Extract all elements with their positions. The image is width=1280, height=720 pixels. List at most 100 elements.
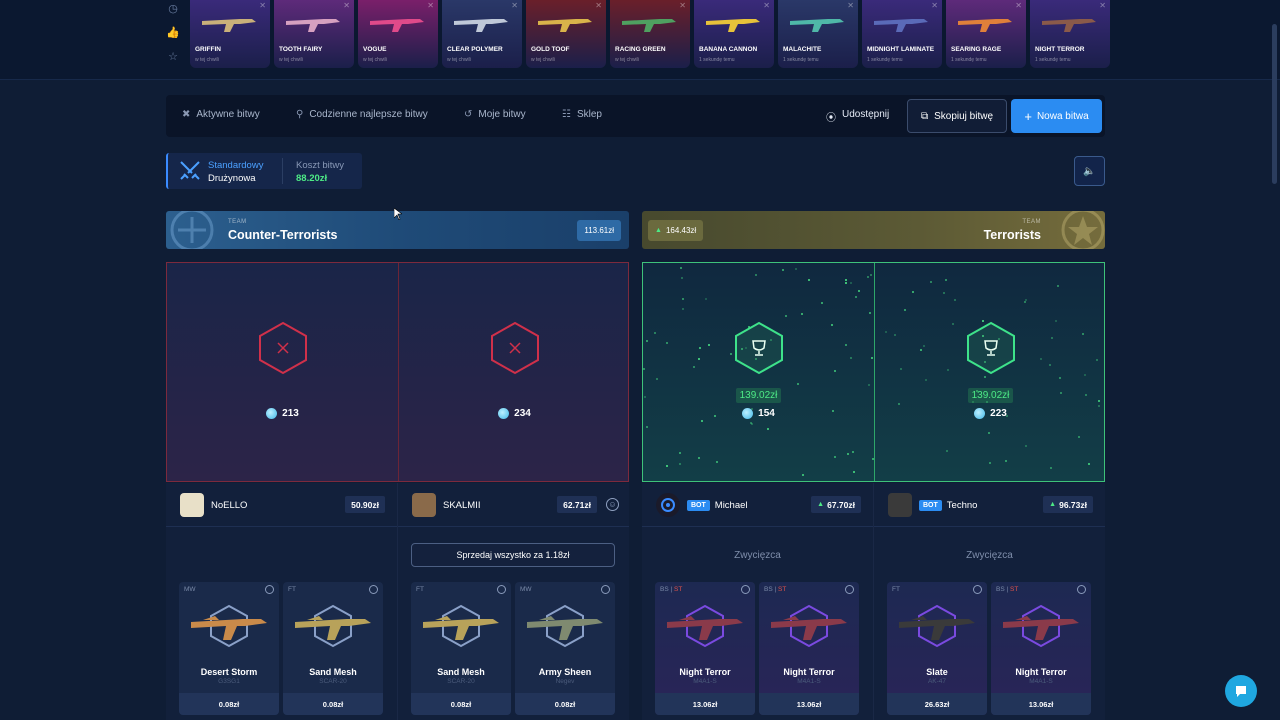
new-battle-button[interactable]: + Nowa bitwa [1011,99,1102,133]
check-icon[interactable] [845,585,854,594]
item-name: Sand Mesh [437,667,485,677]
drop-card[interactable]: ✕ MIDNIGHT LAMINATE 1 sekundę temu [862,0,942,68]
avatar[interactable] [412,493,436,517]
close-icon[interactable]: ✕ [1099,1,1106,10]
item-wear-text: MW [520,586,532,593]
item-card[interactable]: BS | ST Night Terror M4A1-S 13.06zł [759,582,859,715]
team-name: Counter-Terrorists [228,228,338,242]
sound-toggle-button[interactable]: 🔈 [1074,156,1105,186]
drops-filter-rail: ◷ 👍 ☆ [162,0,184,70]
player-value: 50.90zł [345,496,385,513]
roll-cell: 213 [167,263,398,481]
clock-icon[interactable]: ◷ [166,2,180,16]
team-value: ▲ 164.43zł [648,220,704,241]
player-name[interactable]: BOT Michael [687,500,748,511]
close-icon[interactable]: ✕ [931,1,938,10]
item-card[interactable]: FT Sand Mesh SCAR-20 0.08zł [283,582,383,715]
player-header: NoELLO 50.90zł [166,483,397,527]
live-drops-strip: ◷ 👍 ☆ ✕ GRIFFIN w tej chwili ✕ TOOTH FAIRY w … [0,0,1280,184]
drop-name: VOGUE [363,46,387,53]
close-icon[interactable]: ✕ [1015,1,1022,10]
bot-badge: BOT [687,500,710,511]
item-card[interactable]: MW Army Sheen Negev 0.08zł [515,582,615,715]
weapon-image [1040,12,1098,34]
drop-card[interactable]: ✕ CLEAR POLYMER w tej chwili [442,0,522,68]
nav-daily-best[interactable]: ⚲ Codzienne najlepsze bitwy [296,109,428,120]
close-icon[interactable]: ✕ [511,1,518,10]
player-value-text: 50.90zł [351,499,379,510]
player-name[interactable]: SKALMII [443,500,481,511]
coin-icon [266,408,278,419]
chat-bubble-icon [1236,686,1246,697]
close-icon[interactable]: ✕ [595,1,602,10]
player-name[interactable]: BOT Techno [919,500,977,511]
close-icon[interactable]: ✕ [679,1,686,10]
close-icon[interactable]: ✕ [259,1,266,10]
nav-shop[interactable]: ☷ Sklep [562,109,602,120]
drop-time: 1 sekundę temu [783,57,819,63]
item-card[interactable]: BS | ST Night Terror M4A1-S 13.06zł [991,582,1091,715]
item-price: 26.63zł [887,693,987,715]
drop-card[interactable]: ✕ GOLD TOOF w tej chwili [526,0,606,68]
drop-name: SEARING RAGE [951,46,1002,53]
avatar[interactable] [656,493,680,517]
check-icon[interactable] [497,585,506,594]
item-card[interactable]: FT Sand Mesh SCAR-20 0.08zł [411,582,511,715]
lose-x-icon [259,321,307,375]
player-column: NoELLO 50.90zł MW Desert Storm G3SG1 0.08zł FT… [166,483,397,720]
close-icon[interactable]: ✕ [343,1,350,10]
drop-card[interactable]: ✕ MALACHITE 1 sekundę temu [778,0,858,68]
item-name: Night Terror [679,667,731,677]
item-card[interactable]: MW Desert Storm G3SG1 0.08zł [179,582,279,715]
avatar[interactable] [180,493,204,517]
drop-card[interactable]: ✕ VOGUE w tej chwili [358,0,438,68]
drop-card[interactable]: ✕ TOOTH FAIRY w tej chwili [274,0,354,68]
drop-time: w tej chwili [447,57,471,63]
copy-battle-button[interactable]: ⧉ Skopiuj bitwę [907,99,1007,133]
player-value: ▲ 67.70zł [811,496,861,513]
nav-active-battles[interactable]: ✖ Aktywne bitwy [182,109,260,120]
sell-all-button[interactable]: Sprzedaj wszystko za 1.18zł [411,543,615,567]
drop-time: w tej chwili [195,57,219,63]
arrow-up-icon: ▲ [1049,501,1057,508]
close-icon[interactable]: ✕ [763,1,770,10]
plus-icon: + [1024,108,1032,124]
drop-card[interactable]: ✕ SEARING RAGE 1 sekundę temu [946,0,1026,68]
player-name-text: Techno [946,500,978,511]
drop-card[interactable]: ✕ RACING GREEN w tej chwili [610,0,690,68]
trophy-icon: ⚲ [296,109,304,120]
player-name-text: Michael [714,500,748,511]
check-icon[interactable] [601,585,610,594]
close-icon[interactable]: ✕ [847,1,854,10]
check-icon[interactable] [1077,585,1086,594]
close-icon[interactable]: ✕ [427,1,434,10]
item-card[interactable]: FT Slate AK-47 26.63zł [887,582,987,715]
check-icon[interactable] [973,585,982,594]
check-icon[interactable] [369,585,378,594]
star-icon[interactable]: ☆ [166,50,180,64]
weapon-image [1001,608,1081,644]
drop-card[interactable]: ✕ BANANA CANNON 1 sekundę temu [694,0,774,68]
team-value: 113.61zł [577,220,621,241]
item-name: Night Terror [1015,667,1067,677]
thumbs-up-icon[interactable]: 👍 [166,26,180,40]
check-icon[interactable] [265,585,274,594]
player-value-text: 67.70zł [827,499,855,510]
drop-name: GOLD TOOF [531,46,570,53]
page-scrollbar[interactable] [1272,24,1277,184]
item-price: 0.08zł [179,693,279,715]
drop-card[interactable]: ✕ NIGHT TERROR 1 sekundę temu [1030,0,1110,68]
weapon-image [525,608,605,644]
share-button[interactable]: ⦿ Udostępnij [826,109,889,124]
avatar[interactable] [888,493,912,517]
nav-my-battles[interactable]: ↺ Moje bitwy [464,109,526,120]
coin-icon [974,408,986,419]
player-name[interactable]: NoELLO [211,500,247,511]
weapon-image [956,12,1014,34]
check-icon[interactable] [741,585,750,594]
emoji-icon[interactable]: ☺ [606,498,619,511]
chat-button[interactable] [1225,675,1257,707]
drop-card[interactable]: ✕ GRIFFIN w tej chwili [190,0,270,68]
item-card[interactable]: BS | ST Night Terror M4A1-S 13.06zł [655,582,755,715]
weapon-image [284,12,342,34]
